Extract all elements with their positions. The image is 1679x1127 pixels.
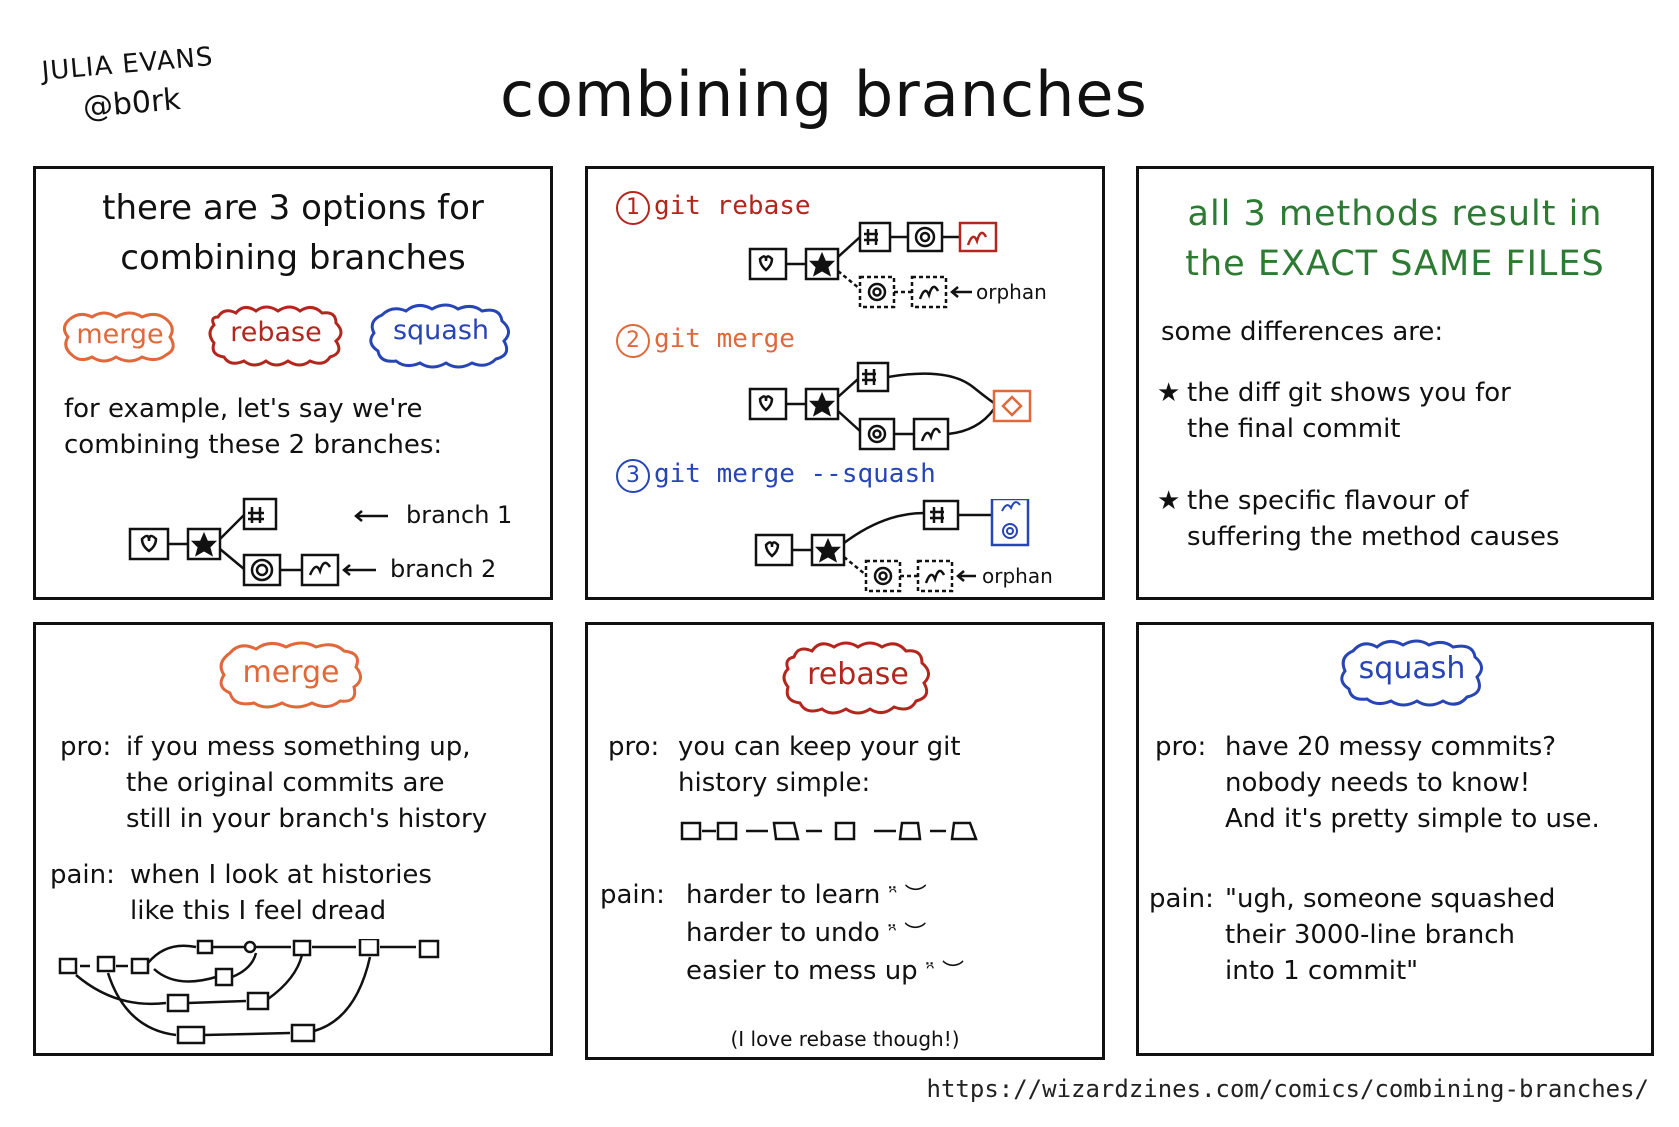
squash-pro-line1: have 20 messy commits?: [1225, 732, 1557, 762]
rebase-orphan-label: orphan: [976, 280, 1047, 304]
branch1-label: branch 1: [406, 501, 512, 529]
squash-badge: squash: [366, 299, 516, 371]
method-3-number: 3: [616, 459, 650, 493]
merge-title-badge: merge: [216, 637, 366, 713]
merge-pain: pain: when I look at histories like this…: [50, 857, 432, 929]
difference-2-line2: suffering the method causes: [1187, 522, 1560, 552]
method-1-number: 1: [616, 191, 650, 225]
method-merge-heading: 2 git merge: [616, 324, 795, 358]
merge-pain-line2: like this I feel dread: [130, 896, 387, 926]
messy-history-diagram: [58, 939, 440, 1045]
method-3-label: git merge --squash: [654, 459, 936, 489]
intro-heading: there are 3 options for combining branch…: [36, 183, 550, 283]
rebase-pain-label: pain:: [600, 880, 665, 910]
merge-badge: merge: [60, 307, 180, 367]
rebase-pro: pro: you can keep your git history simpl…: [608, 729, 961, 801]
merge-badge-label: merge: [76, 319, 164, 350]
commit-heart: [128, 527, 170, 561]
same-files-heading: all 3 methods result in the EXACT SAME F…: [1139, 189, 1651, 289]
squash-pain-line1: "ugh, someone squashed: [1225, 884, 1556, 914]
merge-pro-line1: if you mess something up,: [126, 732, 471, 762]
rebase-pain-line2: harder to undo ᵔ̈ ︶: [686, 918, 927, 948]
squash-pro-label: pro:: [1155, 732, 1207, 762]
same-files-heading-line1: all 3 methods result in: [1187, 194, 1603, 234]
merge-diagram: [748, 361, 1032, 451]
difference-1-line2: the final commit: [1187, 414, 1401, 444]
squash-diagram: orphan: [754, 499, 1053, 593]
rebase-title-badge: rebase: [780, 639, 936, 717]
bullet-star-icon: ★: [1157, 378, 1181, 408]
rebase-badge: rebase: [206, 303, 346, 369]
squash-pain: pain: "ugh, someone squashed their 3000-…: [1149, 881, 1555, 989]
panel-same-files: all 3 methods result in the EXACT SAME F…: [1136, 166, 1654, 600]
intro-heading-line1: there are 3 options for: [102, 188, 484, 228]
method-squash-heading: 3 git merge --squash: [616, 459, 936, 493]
bullet-star-icon: ★: [1157, 486, 1181, 516]
method-2-number: 2: [616, 324, 650, 358]
difference-2-line1: the specific flavour of: [1187, 486, 1469, 516]
rebase-pain-line3: easier to mess up ᵔ̈ ︶: [686, 956, 965, 986]
panel-squash: squash pro: have 20 messy commits? nobod…: [1136, 622, 1654, 1056]
rebase-pro-line1: you can keep your git: [678, 732, 961, 762]
rebase-pain: pain: harder to learn ᵔ̈ ︶ harder to und…: [600, 877, 964, 991]
squash-title-badge: squash: [1337, 635, 1487, 711]
page-title: combining branches: [500, 58, 1148, 131]
rebase-title-label: rebase: [807, 657, 909, 692]
method-1-label: git rebase: [654, 191, 811, 221]
merge-pro-line2: the original commits are: [126, 768, 445, 798]
intro-heading-line2: combining branches: [120, 238, 466, 278]
intro-example-line1: for example, let's say we're: [64, 394, 423, 424]
difference-item-2: ★ the specific flavour of suffering the …: [1157, 483, 1560, 555]
squash-pain-line3: into 1 commit": [1225, 956, 1419, 986]
squash-pro-line2: nobody needs to know!: [1225, 768, 1531, 798]
panel-methods: 1 git rebase orphan 2 git merge 3 git me…: [585, 166, 1105, 600]
squash-pro: pro: have 20 messy commits? nobody needs…: [1155, 729, 1600, 837]
merge-pain-line1: when I look at histories: [130, 860, 432, 890]
intro-example-line2: combining these 2 branches:: [64, 430, 443, 460]
sad-face-icon: ᵔ̈ ︶: [888, 922, 927, 947]
merge-pro-label: pro:: [60, 732, 112, 762]
differences-subheading: some differences are:: [1161, 317, 1444, 347]
merge-pro-line3: still in your branch's history: [126, 804, 488, 834]
merge-title-label: merge: [242, 655, 340, 690]
same-files-heading-line2: the EXACT SAME FILES: [1185, 244, 1605, 284]
sad-face-icon: ᵔ̈ ︶: [925, 960, 965, 985]
difference-1-line1: the diff git shows you for: [1187, 378, 1511, 408]
rebase-pain-line1: harder to learn ᵔ̈ ︶: [686, 880, 927, 910]
squash-pain-line2: their 3000-line branch: [1225, 920, 1515, 950]
rebase-diagram: orphan: [748, 221, 1047, 309]
panel-merge: merge pro: if you mess something up, the…: [33, 622, 553, 1056]
rebase-pro-label: pro:: [608, 732, 660, 762]
example-branches-diagram: branch 1 branch 2: [128, 497, 512, 587]
squash-pro-line3: And it's pretty simple to use.: [1225, 804, 1600, 834]
branch2-label: branch 2: [390, 555, 496, 583]
merge-pro: pro: if you mess something up, the origi…: [60, 729, 487, 837]
squash-orphan-label: orphan: [982, 564, 1053, 588]
panel-rebase: rebase pro: you can keep your git histor…: [585, 622, 1105, 1060]
rebase-pro-line2: history simple:: [678, 768, 871, 798]
source-url: https://wizardzines.com/comics/combining…: [926, 1075, 1649, 1103]
author-signature: JULIA EVANS @b0rk: [40, 34, 256, 132]
squash-title-label: squash: [1358, 651, 1466, 686]
rebase-footnote: (I love rebase though!): [730, 1027, 960, 1051]
sad-face-icon: ᵔ̈ ︶: [888, 884, 927, 909]
linear-history-diagram: [680, 821, 978, 841]
squash-pain-label: pain:: [1149, 884, 1214, 914]
difference-item-1: ★ the diff git shows you for the final c…: [1157, 375, 1511, 447]
rebase-badge-label: rebase: [230, 317, 322, 348]
merge-pain-label: pain:: [50, 860, 115, 890]
panel-intro: there are 3 options for combining branch…: [33, 166, 553, 600]
squash-badge-label: squash: [392, 315, 490, 346]
method-2-label: git merge: [654, 324, 795, 354]
intro-example-text: for example, let's say we're combining t…: [64, 391, 442, 463]
